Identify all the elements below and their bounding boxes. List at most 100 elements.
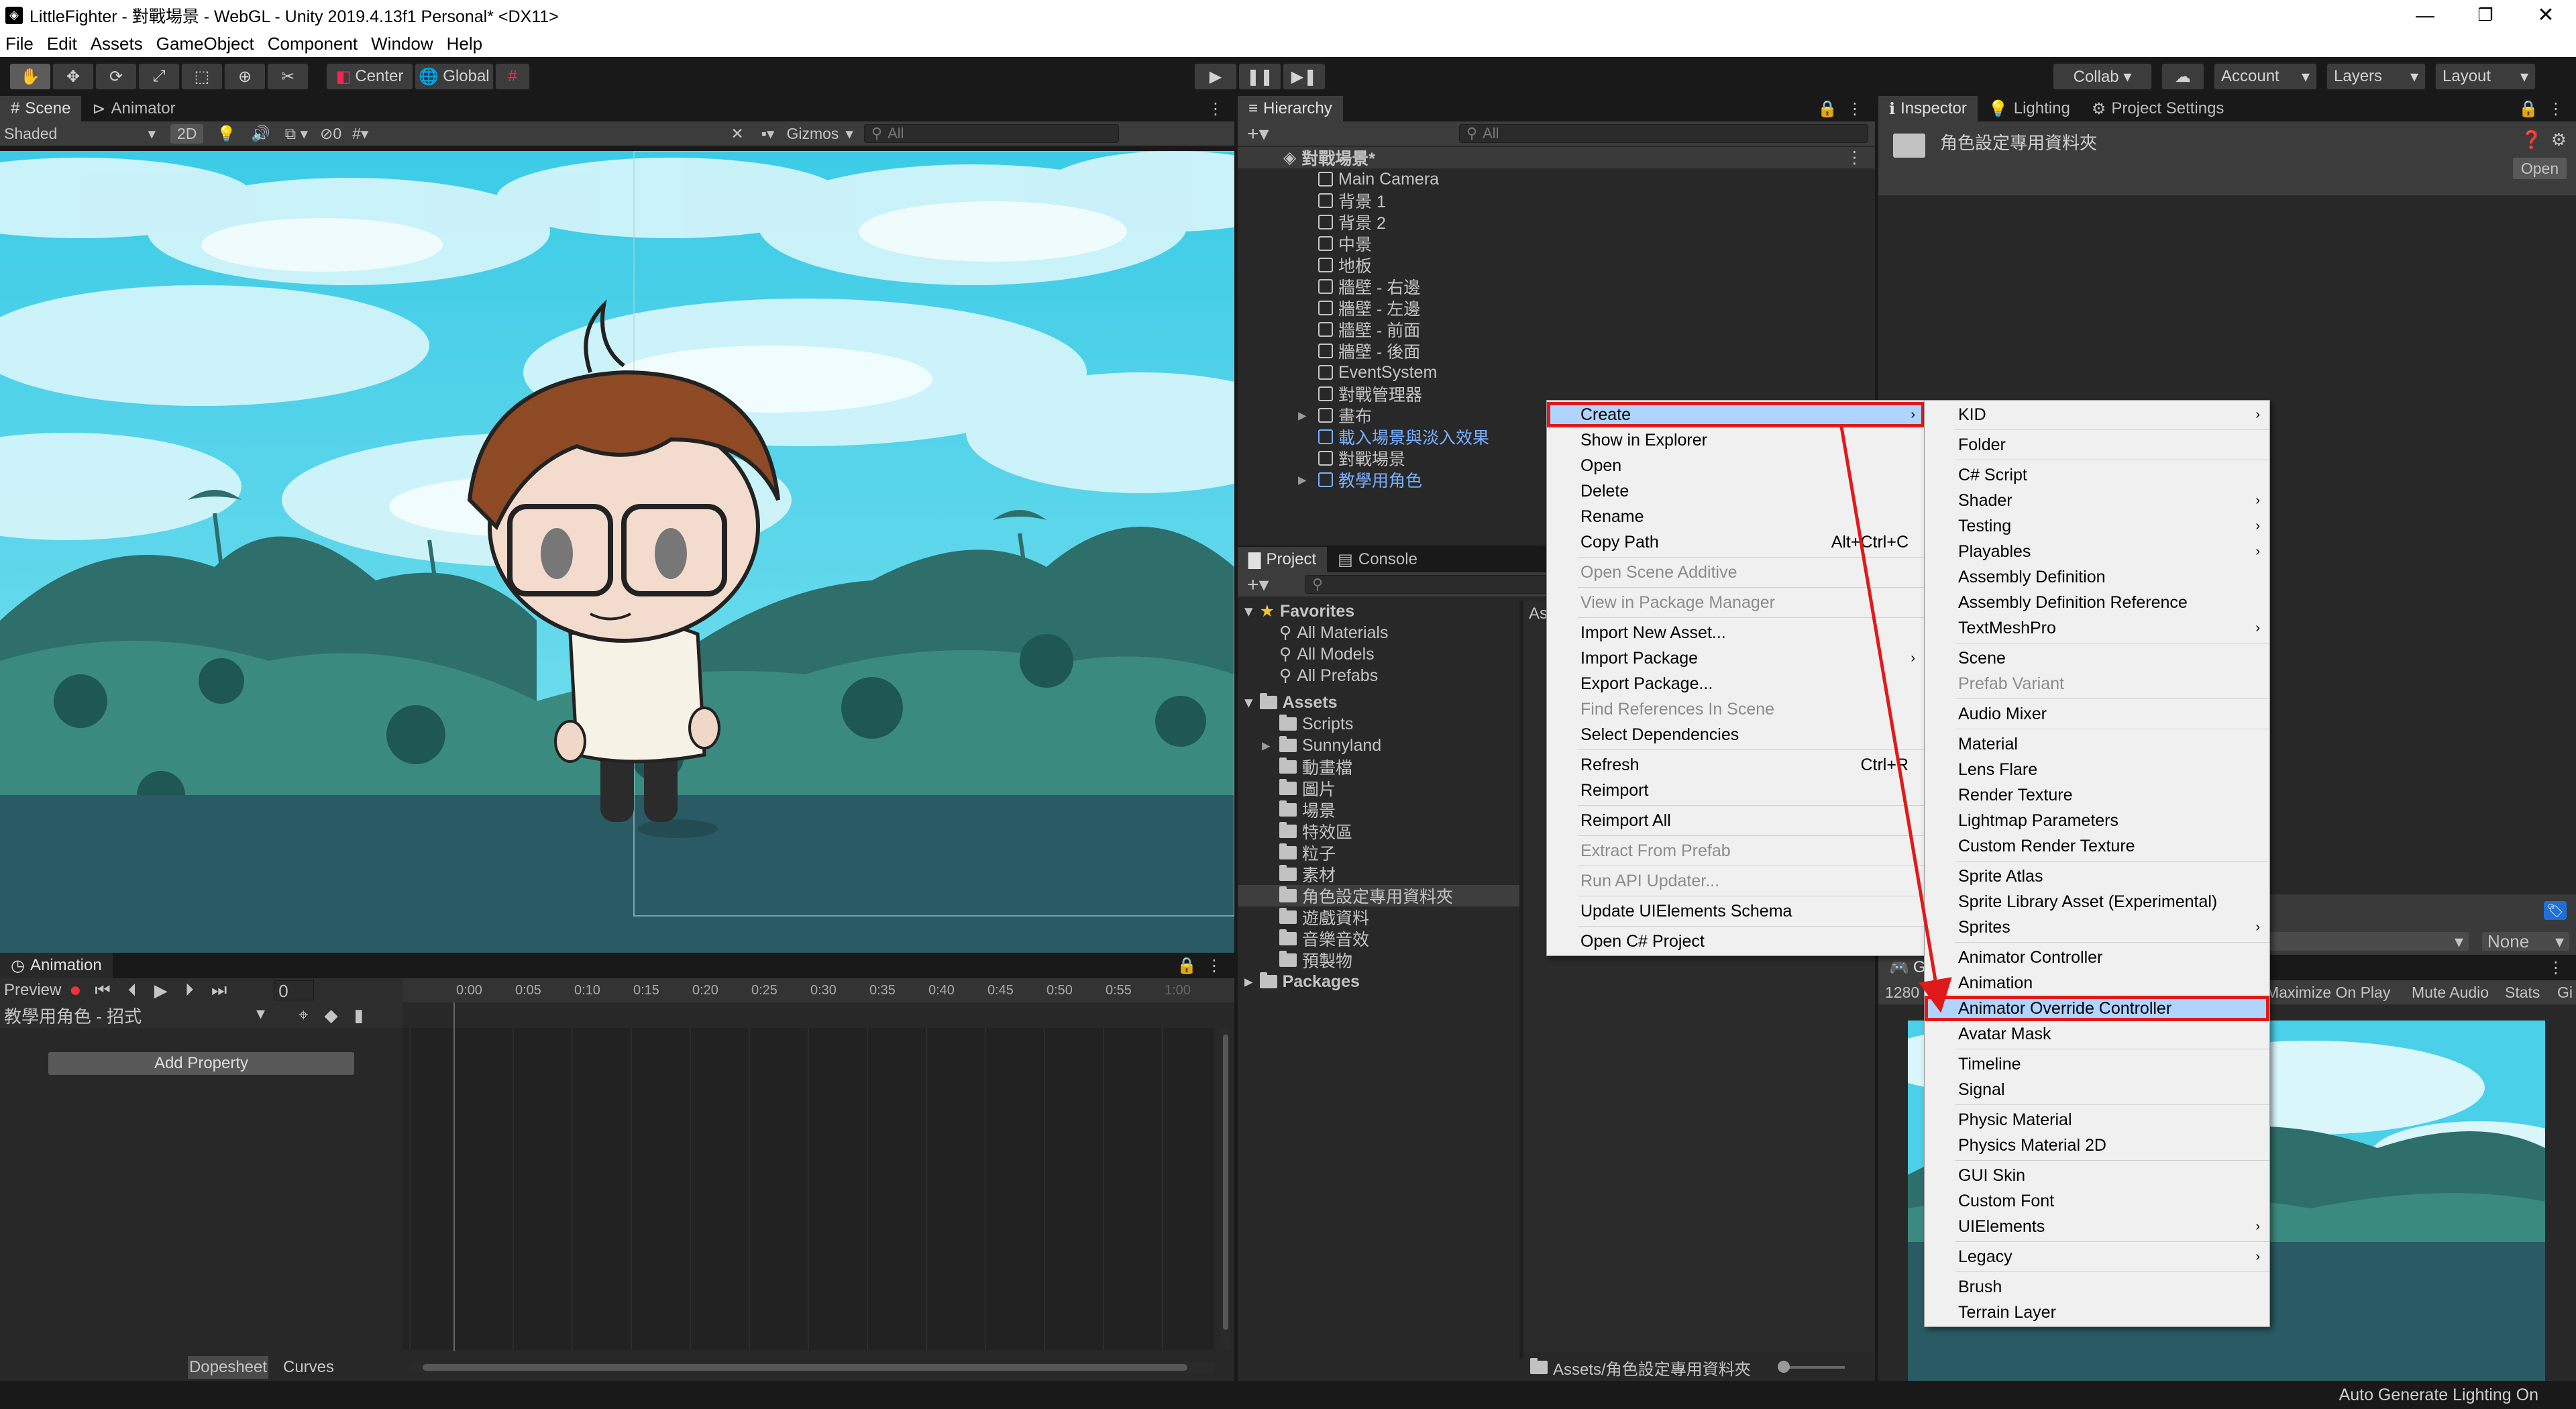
minimize-button[interactable]: — [2402, 0, 2449, 30]
layout-dropdown[interactable]: Layout ▾ [2435, 63, 2536, 90]
create-item-animator-controller[interactable]: Animator Controller [1925, 945, 2269, 970]
grid-snap-icon[interactable]: # [495, 63, 530, 90]
assets-header[interactable]: ▾ Assets [1238, 692, 1519, 713]
panel-menu-icon[interactable]: ⋮ [1847, 99, 1863, 119]
hierarchy-search-input[interactable]: ⚲ All [1459, 124, 1868, 143]
preview-toggle[interactable]: Preview [4, 981, 61, 1000]
create-item-animation[interactable]: Animation [1925, 970, 2269, 996]
asset-folder-item[interactable]: 預製物 [1238, 949, 1519, 971]
mute-audio-toggle[interactable]: Mute Audio [2412, 984, 2489, 1002]
menu-item-reimport[interactable]: Reimport [1547, 778, 1925, 803]
restore-button[interactable]: ❐ [2462, 0, 2509, 30]
hierarchy-item[interactable]: 中景 [1318, 233, 1875, 254]
create-item-assembly-definition[interactable]: Assembly Definition [1925, 564, 2269, 590]
last-key-icon[interactable]: ⏭ [211, 980, 227, 1001]
asset-folder-item[interactable]: ▸ Sunnyland [1238, 735, 1519, 756]
create-item-c-script[interactable]: C# Script [1925, 462, 2269, 488]
variant-dropdown[interactable]: None ▾ [2482, 931, 2569, 951]
create-item-folder[interactable]: Folder [1925, 432, 2269, 458]
hierarchy-item[interactable]: 牆壁 - 前面 [1318, 319, 1875, 340]
event-marker-icon[interactable]: ▮ [354, 1005, 364, 1026]
open-button[interactable]: Open [2513, 158, 2567, 179]
transform-tool-icon[interactable]: ⊕ [224, 63, 266, 90]
hierarchy-item[interactable]: EventSystem [1318, 362, 1875, 383]
menu-item-import-new-asset[interactable]: Import New Asset... [1547, 620, 1925, 645]
create-item-animator-override-controller[interactable]: Animator Override Controller [1925, 996, 2269, 1021]
menu-item-open-c-project[interactable]: Open C# Project [1547, 929, 1925, 954]
cloud-icon[interactable]: ☁ [2161, 63, 2204, 90]
create-item-material[interactable]: Material [1925, 731, 2269, 757]
playhead[interactable] [453, 1002, 455, 1351]
tab-lighting[interactable]: 💡 Lighting [1978, 96, 2081, 121]
lock-icon[interactable]: 🔒 [2518, 99, 2538, 119]
lock-icon[interactable]: 🔒 [1177, 956, 1197, 976]
asset-folder-item[interactable]: 遊戲資料 [1238, 906, 1519, 928]
hierarchy-scene-header[interactable]: ◈ 對戰場景* ⋮ [1238, 147, 1875, 168]
create-item-testing[interactable]: Testing › [1925, 513, 2269, 539]
favorites-header[interactable]: ▾ ★ Favorites [1238, 601, 1519, 622]
create-item-physic-material[interactable]: Physic Material [1925, 1107, 2269, 1133]
close-button[interactable]: ✕ [2522, 0, 2569, 30]
timeline-vertical-scrollbar[interactable] [1221, 1028, 1230, 1350]
create-item-kid[interactable]: KID › [1925, 402, 2269, 427]
pivot-center-button[interactable]: ◧ Center [326, 63, 413, 90]
pivot-global-button[interactable]: 🌐 Global [415, 63, 494, 90]
hierarchy-item[interactable]: 牆壁 - 左邊 [1318, 297, 1875, 319]
create-plus-icon[interactable]: +▾ [1247, 573, 1269, 596]
2d-toggle[interactable]: 2D [170, 123, 204, 144]
create-item-audio-mixer[interactable]: Audio Mixer [1925, 701, 2269, 727]
asset-folder-item[interactable]: 特效區 [1238, 821, 1519, 842]
add-event-icon[interactable]: ◆ [325, 1005, 338, 1026]
account-dropdown[interactable]: Account ▾ [2214, 63, 2317, 90]
create-item-playables[interactable]: Playables › [1925, 539, 2269, 564]
create-item-custom-render-texture[interactable]: Custom Render Texture [1925, 833, 2269, 859]
add-keyframe-icon[interactable]: ⌖ [299, 1004, 309, 1026]
scene-search-input[interactable]: ⚲ All [863, 124, 1119, 143]
tab-project-settings[interactable]: ⚙ Project Settings [2081, 96, 2235, 121]
custom-tool-icon[interactable]: ✂ [267, 63, 309, 90]
create-item-avatar-mask[interactable]: Avatar Mask [1925, 1021, 2269, 1047]
menu-file[interactable]: File [5, 34, 34, 54]
hierarchy-item[interactable]: 牆壁 - 右邊 [1318, 276, 1875, 297]
grid-toggle-icon[interactable]: #▾ [352, 125, 368, 143]
bundle-dropdown[interactable]: ▾ [2267, 931, 2469, 951]
expand-arrow-icon[interactable]: ▸ [1262, 735, 1271, 755]
menu-item-rename[interactable]: Rename [1547, 504, 1925, 529]
hierarchy-item[interactable]: 背景 2 [1318, 211, 1875, 233]
hierarchy-item[interactable]: 背景 1 [1318, 190, 1875, 211]
menu-gameobject[interactable]: GameObject [156, 34, 254, 54]
audio-toggle-icon[interactable]: 🔊 [251, 125, 270, 143]
create-item-assembly-definition-reference[interactable]: Assembly Definition Reference [1925, 590, 2269, 615]
help-icon[interactable]: ❓ [2521, 129, 2542, 150]
gizmos-dropdown[interactable]: Gizmos ▾ [786, 125, 853, 143]
create-item-shader[interactable]: Shader › [1925, 488, 2269, 513]
collab-button[interactable]: Collab ▾ [2053, 63, 2152, 90]
menu-item-open[interactable]: Open [1547, 453, 1925, 478]
favorite-item[interactable]: ⚲ All Prefabs [1238, 665, 1519, 686]
effects-toggle-icon[interactable]: ⧉ ▾ [285, 125, 308, 143]
label-tag-icon[interactable]: 🏷 [2544, 901, 2567, 920]
menu-item-export-package[interactable]: Export Package... [1547, 671, 1925, 696]
pause-button[interactable]: ❚❚ [1238, 63, 1281, 90]
create-item-scene[interactable]: Scene [1925, 645, 2269, 671]
scale-tool-icon[interactable]: ⤢ [138, 63, 180, 90]
create-item-lightmap-parameters[interactable]: Lightmap Parameters [1925, 808, 2269, 833]
rect-tool-icon[interactable]: ⬚ [181, 63, 223, 90]
settings-gear-icon[interactable]: ⚙ [2551, 129, 2567, 150]
rotate-tool-icon[interactable]: ⟳ [95, 63, 137, 90]
hierarchy-item[interactable]: Main Camera [1318, 168, 1875, 190]
create-item-brush[interactable]: Brush [1925, 1274, 2269, 1300]
panel-menu-icon[interactable]: ⋮ [1206, 956, 1222, 976]
menu-item-show-in-explorer[interactable]: Show in Explorer [1547, 427, 1925, 453]
play-icon[interactable]: ▶ [154, 980, 168, 1001]
create-item-sprite-atlas[interactable]: Sprite Atlas [1925, 864, 2269, 889]
camera-icon[interactable]: ▪▾ [761, 125, 775, 143]
hierarchy-item[interactable]: 地板 [1318, 254, 1875, 276]
tab-scene[interactable]: # Scene [0, 96, 82, 121]
favorite-item[interactable]: ⚲ All Models [1238, 643, 1519, 665]
asset-folder-item[interactable]: 動畫檔 [1238, 756, 1519, 778]
menu-item-create[interactable]: Create › [1547, 402, 1925, 427]
hand-tool-icon[interactable]: ✋ [9, 63, 51, 90]
asset-folder-item[interactable]: 素材 [1238, 864, 1519, 885]
panel-menu-icon[interactable]: ⋮ [2548, 958, 2564, 978]
